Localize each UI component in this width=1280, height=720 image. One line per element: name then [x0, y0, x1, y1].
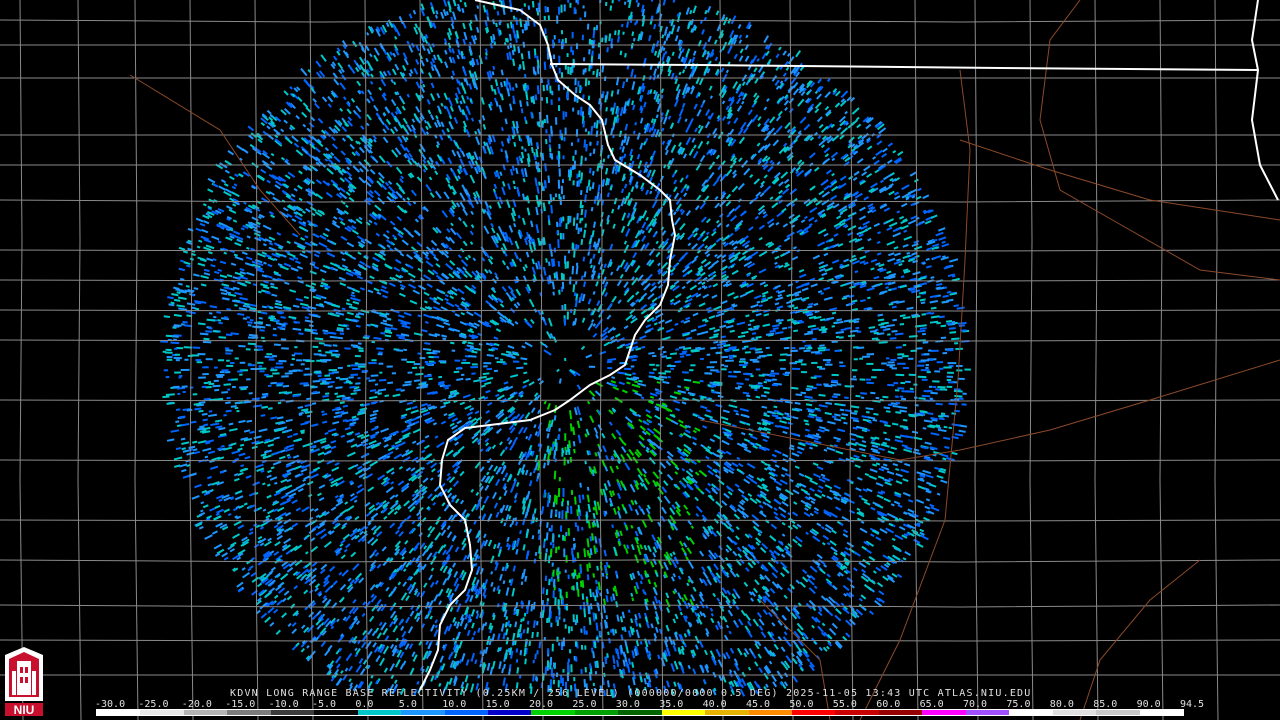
color-bar-segment [878, 710, 923, 715]
color-bar-segment [835, 710, 879, 715]
color-bar-segment [965, 710, 1010, 715]
color-bar-segment [444, 710, 488, 715]
color-bar-segment [922, 710, 966, 715]
color-bar-segment [1139, 710, 1183, 715]
color-bar-segment [1052, 710, 1097, 715]
color-bar-segment [661, 710, 706, 715]
color-bar-segment [140, 710, 184, 715]
color-bar-segment [487, 710, 532, 715]
reflectivity-scale-labels: -30.0 -25.0 -20.0 -15.0 -10.0 -5.0 0.0 5.0 10.0 1… [95, 699, 1204, 710]
color-bar-segment [792, 710, 836, 715]
color-bar-segment [705, 710, 749, 715]
color-bar-segment [227, 710, 271, 715]
color-bar-segment [1096, 710, 1140, 715]
color-bar-segment [618, 710, 662, 715]
logo-text: NIU [14, 703, 35, 717]
color-bar-segment [574, 710, 619, 715]
color-bar-segment [270, 710, 315, 715]
color-bar-segment [531, 710, 575, 715]
color-bar-segment [748, 710, 792, 715]
radar-map [0, 0, 1280, 720]
niu-logo: NIU [5, 647, 43, 717]
product-label: KDVN LONG RANGE BASE REFLECTIVITY (0.25K… [230, 688, 1032, 699]
reflectivity-color-bar [96, 709, 1184, 716]
color-bar-segment [183, 710, 228, 715]
color-bar-segment [1009, 710, 1053, 715]
color-bar-segment [97, 710, 141, 715]
university-tower-icon [5, 647, 43, 701]
color-bar-segment [357, 710, 402, 715]
color-bar-segment [314, 710, 358, 715]
color-bar-segment [401, 710, 445, 715]
